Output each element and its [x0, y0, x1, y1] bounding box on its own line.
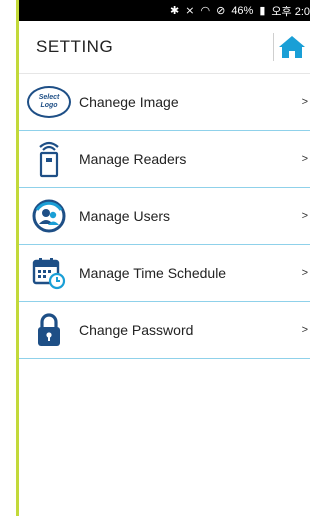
page-title: SETTING: [36, 37, 114, 56]
app-bar: SETTING: [19, 21, 310, 74]
chevron-right-icon: >: [301, 96, 308, 108]
bluetooth-icon: ✱: [170, 5, 180, 17]
chevron-right-icon: >: [301, 153, 308, 165]
calendar-clock-icon: [32, 258, 66, 290]
do-not-disturb-icon: ⊘: [216, 5, 226, 17]
lock-icon: [38, 313, 60, 346]
home-icon: [279, 36, 305, 58]
wifi-icon: ◠: [200, 5, 211, 17]
mute-icon: ⨯: [185, 5, 195, 17]
logo-text-line2: Logo: [40, 102, 58, 109]
list-item-label: Manage Users: [79, 208, 171, 224]
home-button[interactable]: [274, 21, 310, 73]
chevron-right-icon: >: [301, 324, 308, 336]
status-bar: ✱ ⨯ ◠ ⊘ 46% ▮ 오후 2:0: [19, 0, 310, 21]
list-item-change-image[interactable]: Select Logo Chanege Image >: [19, 74, 310, 131]
list-item-manage-readers[interactable]: Manage Readers >: [19, 131, 310, 188]
list-item-manage-time-schedule[interactable]: Manage Time Schedule >: [19, 245, 310, 302]
battery-percent: 46%: [231, 4, 254, 17]
clock: 오후 2:0: [271, 5, 310, 18]
users-icon: [32, 199, 66, 233]
phone-screen: ✱ ⨯ ◠ ⊘ 46% ▮ 오후 2:0 SETTING Select Logo…: [19, 0, 310, 516]
settings-list: Select Logo Chanege Image > Manage Reade…: [19, 74, 310, 359]
chevron-right-icon: >: [301, 267, 308, 279]
list-item-label: Change Password: [79, 322, 194, 338]
left-accent-bar: [0, 0, 19, 516]
chevron-right-icon: >: [301, 210, 308, 222]
list-item-manage-users[interactable]: Manage Users >: [19, 188, 310, 245]
list-item-change-password[interactable]: Change Password >: [19, 302, 310, 359]
list-item-label: Manage Readers: [79, 151, 187, 167]
card-reader-icon: [39, 141, 59, 178]
select-logo-icon: Select Logo: [27, 86, 71, 118]
logo-text-line1: Select: [38, 94, 60, 101]
battery-icon: ▮: [259, 5, 266, 17]
list-item-label: Chanege Image: [79, 94, 179, 110]
list-item-label: Manage Time Schedule: [79, 265, 227, 281]
